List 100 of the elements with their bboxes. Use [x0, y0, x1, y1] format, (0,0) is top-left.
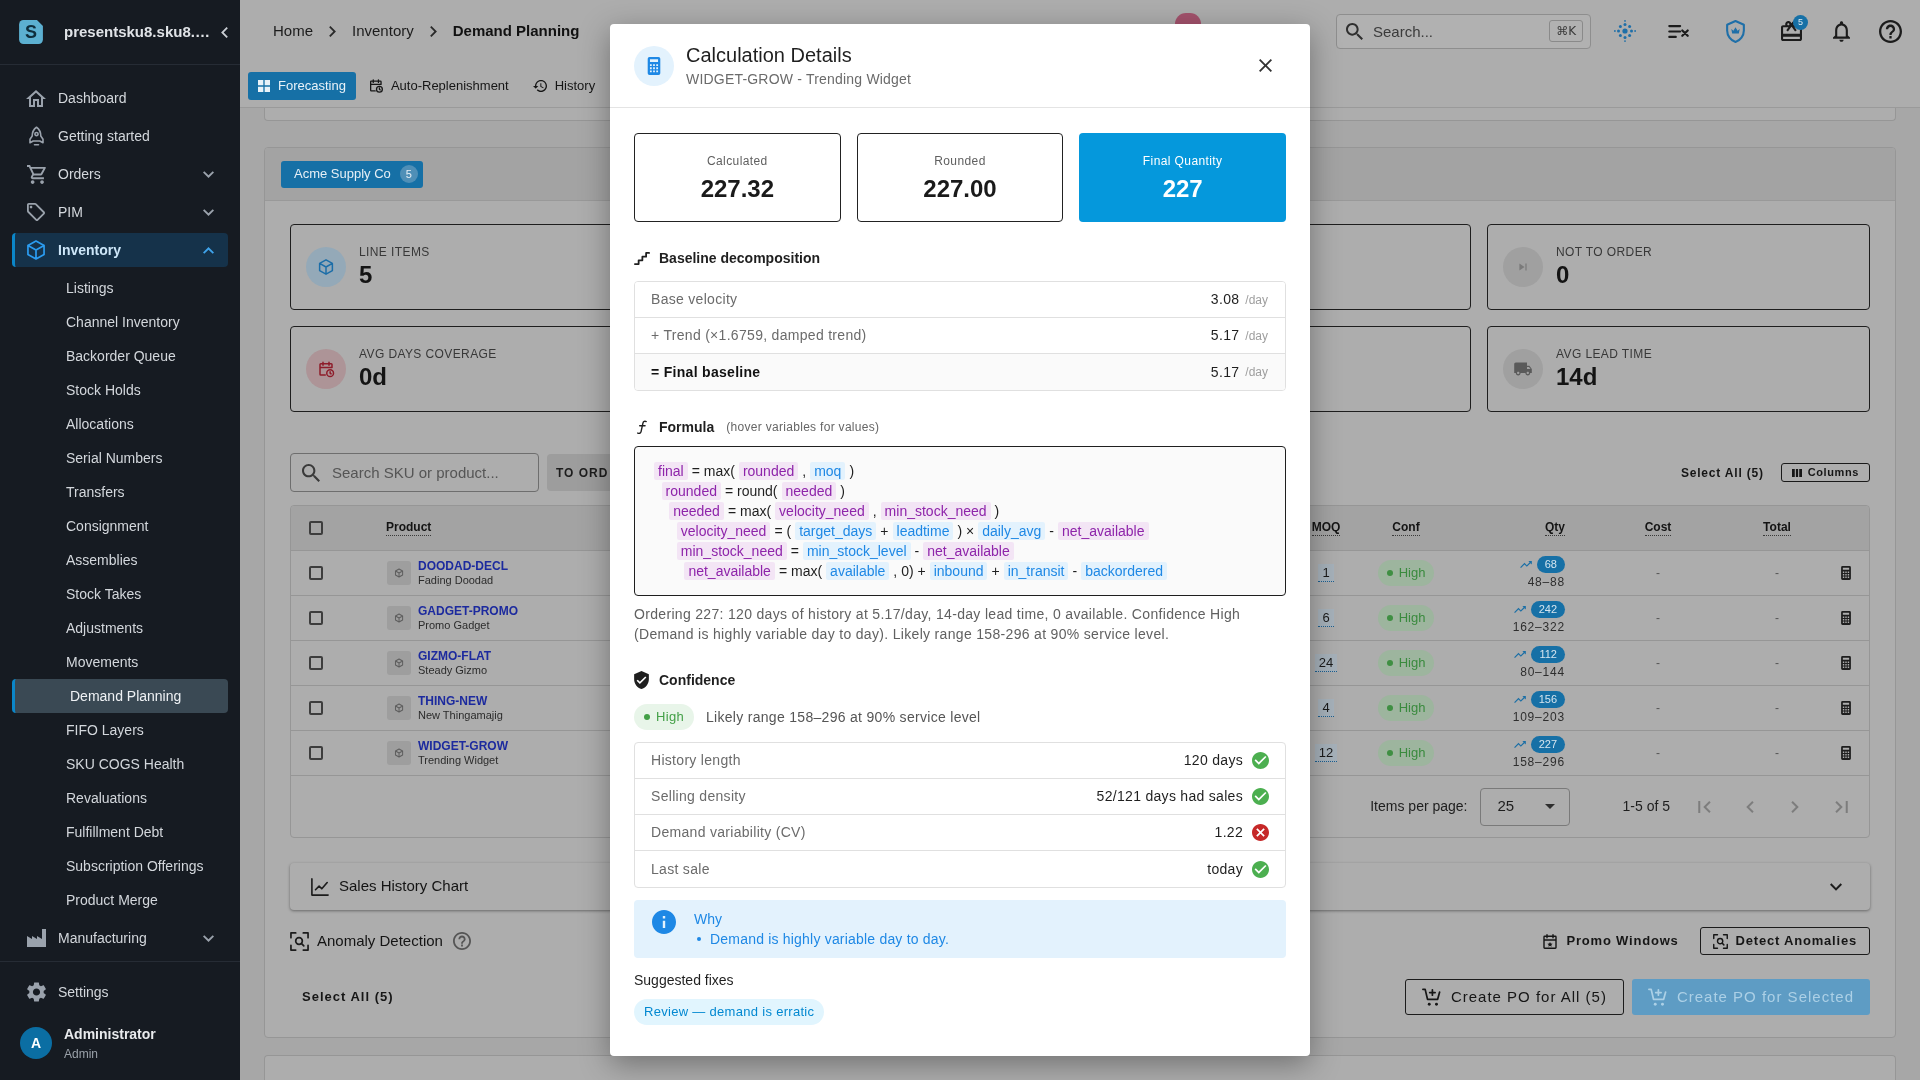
calculator-icon[interactable]: [1840, 746, 1851, 760]
order-quantity: 112: [1531, 646, 1565, 663]
tab[interactable]: Auto-Replenishment: [359, 72, 519, 100]
supplier-chip[interactable]: Acme Supply Co 5: [281, 160, 423, 188]
formula-operator: = max(: [727, 501, 772, 521]
column-header[interactable]: Qty: [1545, 520, 1565, 536]
nav-subitem[interactable]: Stock Takes: [12, 577, 228, 611]
settings-icon: [26, 982, 46, 1002]
nav-subitem[interactable]: Fulfillment Debt: [12, 815, 228, 849]
check-label: History length: [651, 751, 741, 770]
nav-subitem[interactable]: Backorder Queue: [12, 339, 228, 373]
calculator-icon[interactable]: [1840, 611, 1851, 625]
nav-subitem[interactable]: Channel Inventory: [12, 305, 228, 339]
formula-parameter: min_stock_level: [802, 542, 911, 560]
info-icon: [652, 910, 676, 934]
trend-up-icon: [1513, 606, 1526, 613]
nav-subitem[interactable]: Subscription Offerings: [12, 849, 228, 883]
count-badge: 5: [399, 165, 418, 183]
sku-link[interactable]: WIDGET-GROW: [418, 739, 508, 753]
columns-button[interactable]: Columns: [1780, 463, 1870, 482]
search-field[interactable]: Search SKU or product...: [290, 453, 539, 492]
column-header[interactable]: Total: [1763, 520, 1791, 536]
calculator-icon[interactable]: [1840, 656, 1851, 670]
check-value: 1.22: [1214, 823, 1243, 842]
nav-subitem[interactable]: Transfers: [12, 475, 228, 509]
nav-subitem[interactable]: Allocations: [12, 407, 228, 441]
checkbox[interactable]: [309, 611, 323, 625]
formula-operator: ) ×: [957, 521, 975, 541]
nav-subitem[interactable]: Demand Planning: [12, 679, 228, 713]
order-quantity: 242: [1530, 601, 1565, 618]
help-icon[interactable]: [1879, 19, 1902, 43]
cart-icon: [26, 164, 46, 184]
calculator-icon[interactable]: [1840, 701, 1851, 715]
formula-variable: min_stock_need: [676, 542, 787, 560]
package-icon: [387, 606, 411, 630]
nav-item[interactable]: Settings: [12, 975, 228, 1009]
baseline-value: 5.17: [1210, 362, 1240, 382]
nav-item[interactable]: Orders: [12, 157, 228, 191]
help-icon[interactable]: [452, 932, 471, 950]
sku-link[interactable]: GADGET-PROMO: [418, 604, 518, 618]
sku-link[interactable]: DOODAD-DECL: [418, 559, 508, 573]
create-po-button[interactable]: Create PO for All (5): [1404, 979, 1624, 1015]
column-header[interactable]: Conf: [1392, 520, 1420, 536]
breadcrumb-item[interactable]: Inventory: [352, 19, 414, 43]
checkbox[interactable]: [309, 521, 323, 535]
nav-subitem[interactable]: Stock Holds: [12, 373, 228, 407]
stat-label: AVG DAYS COVERAGE: [359, 346, 497, 362]
suggestion-chip[interactable]: Review — demand is erratic: [634, 999, 825, 1025]
quantity-range: 80–144: [1520, 664, 1565, 680]
filter-button[interactable]: TO ORD: [547, 454, 610, 491]
nav-item[interactable]: Inventory: [12, 233, 228, 267]
moq-value: 4: [1318, 699, 1334, 717]
chevron-left-icon[interactable]: [221, 26, 228, 38]
bell-icon[interactable]: [1833, 20, 1850, 42]
outlined-button[interactable]: Detect Anomalies: [1699, 927, 1870, 955]
nav-subitem[interactable]: Serial Numbers: [12, 441, 228, 475]
page-size-label: Items per page:: [1370, 797, 1468, 816]
nav-subitem[interactable]: Movements: [12, 645, 228, 679]
column-header[interactable]: MOQ: [1311, 520, 1341, 536]
nav-subitem[interactable]: Adjustments: [12, 611, 228, 645]
nav-subitem[interactable]: Listings: [12, 271, 228, 305]
summary-label: Final Quantity: [1142, 152, 1223, 169]
breadcrumb-item[interactable]: Home: [273, 19, 313, 43]
calculator-icon[interactable]: [1840, 566, 1851, 580]
nav-subitem[interactable]: Assemblies: [12, 543, 228, 577]
total-value: -: [1775, 610, 1779, 627]
calendar-star-icon: [1543, 933, 1558, 949]
column-header[interactable]: Cost: [1644, 520, 1672, 536]
select-all-button[interactable]: Select All (5): [290, 979, 406, 1015]
formula-operator: -: [1049, 521, 1054, 541]
sku-link[interactable]: GIZMO-FLAT: [418, 649, 492, 663]
tab[interactable]: Forecasting: [248, 72, 356, 100]
column-header[interactable]: Product: [386, 520, 432, 536]
checkbox[interactable]: [309, 566, 323, 580]
nav-subitem[interactable]: Product Merge: [12, 883, 228, 917]
list-remove-icon[interactable]: [1668, 24, 1689, 38]
sku-link[interactable]: THING-NEW: [418, 694, 488, 708]
grid-icon: [258, 80, 270, 92]
nav-item[interactable]: Getting started: [12, 119, 228, 153]
breadcrumb-item[interactable]: Demand Planning: [452, 19, 580, 43]
checkbox[interactable]: [309, 746, 323, 760]
status-dot-icon: [1386, 570, 1393, 576]
section-title: Formula: [659, 417, 715, 437]
page-size-select[interactable]: 25: [1479, 787, 1570, 826]
nav-item[interactable]: Dashboard: [12, 81, 228, 115]
status-dot-icon: [1386, 705, 1393, 711]
text-button[interactable]: Promo Windows: [1535, 927, 1687, 955]
nav-item[interactable]: PIM: [12, 195, 228, 229]
nav-item[interactable]: Manufacturing: [12, 921, 228, 955]
brand-logo[interactable]: S: [18, 19, 44, 45]
tab[interactable]: History: [522, 72, 606, 100]
checkbox[interactable]: [309, 701, 323, 715]
nav-subitem[interactable]: Revaluations: [12, 781, 228, 815]
select-all-button[interactable]: Select All (5): [1680, 463, 1764, 482]
moq-value: 6: [1318, 609, 1334, 627]
nav-subitem[interactable]: FIFO Layers: [12, 713, 228, 747]
nav-subitem[interactable]: Consignment: [12, 509, 228, 543]
user-avatar[interactable]: A: [20, 1027, 52, 1059]
checkbox[interactable]: [309, 656, 323, 670]
nav-subitem[interactable]: SKU COGS Health: [12, 747, 228, 781]
